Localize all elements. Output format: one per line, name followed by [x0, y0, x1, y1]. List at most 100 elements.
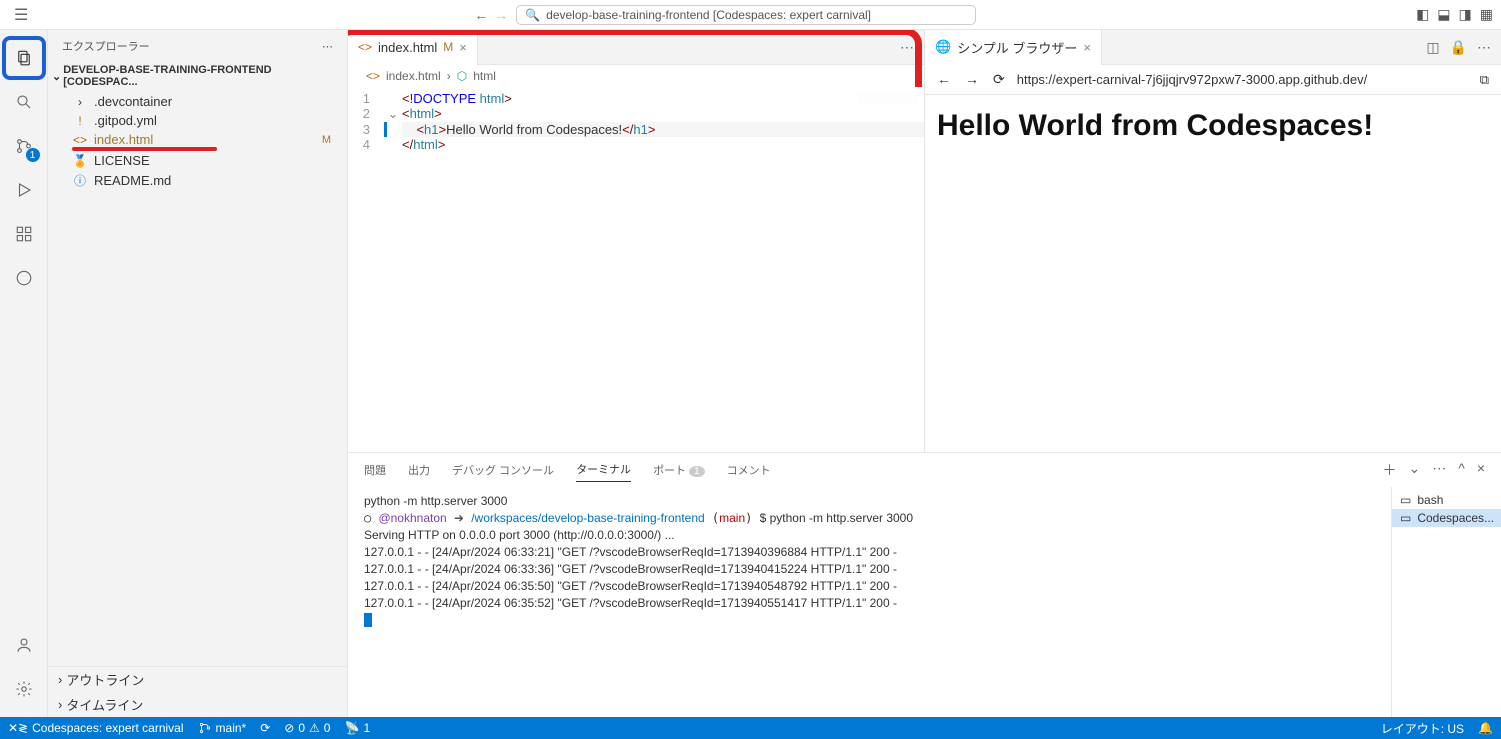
- close-icon[interactable]: ×: [459, 40, 467, 55]
- layout-left-icon[interactable]: ◧: [1416, 6, 1429, 23]
- terminal-bash[interactable]: ▭bash: [1400, 491, 1493, 509]
- sidebar-more-icon[interactable]: ⋯: [322, 40, 333, 53]
- modified-marker: M: [322, 134, 331, 146]
- nav-back-icon[interactable]: ←: [474, 7, 488, 23]
- tab-simple-browser[interactable]: 🌐 シンプル ブラウザー ×: [925, 30, 1102, 65]
- chevron-right-icon: ›: [58, 672, 62, 687]
- terminal-icon: ▭: [1400, 511, 1411, 525]
- editor-more-icon[interactable]: ⋯: [900, 39, 914, 56]
- search-icon: 🔍: [525, 8, 540, 22]
- file-label: .devcontainer: [94, 94, 172, 109]
- lock-icon[interactable]: 🔒: [1450, 39, 1467, 56]
- browser-reload-icon[interactable]: ⟳: [993, 71, 1005, 88]
- tab-comments[interactable]: コメント: [727, 458, 771, 482]
- split-icon[interactable]: ◫: [1426, 39, 1439, 56]
- terminal-dropdown-icon[interactable]: ⌄: [1409, 460, 1421, 480]
- terminal-output[interactable]: python -m http.server 3000 ○ @nokhnaton …: [348, 487, 1391, 717]
- yaml-icon: !: [72, 114, 88, 128]
- scm-badge: 1: [26, 148, 40, 162]
- tab-label: index.html: [378, 40, 437, 55]
- file-label: .gitpod.yml: [94, 113, 157, 128]
- activity-bar: 1: [0, 30, 48, 717]
- tab-modified-mark: M: [443, 40, 453, 54]
- close-panel-icon[interactable]: ×: [1477, 460, 1485, 480]
- outline-label: アウトライン: [66, 670, 144, 689]
- tab-problems[interactable]: 問題: [364, 458, 386, 482]
- browser-back-icon[interactable]: ←: [937, 71, 951, 88]
- browser-url[interactable]: https://expert-carnival-7j6jjqjrv972pxw7…: [1017, 72, 1468, 87]
- tab-label: シンプル ブラウザー: [957, 38, 1077, 57]
- terminal-list: ▭bash ▭Codespaces...: [1391, 487, 1501, 717]
- menu-icon[interactable]: ☰: [8, 5, 34, 25]
- tag-icon: ⬡: [457, 69, 467, 83]
- new-terminal-icon[interactable]: ＋: [1383, 460, 1397, 480]
- tab-ports[interactable]: ポート1: [653, 458, 705, 482]
- file-readme[interactable]: ⓘREADME.md: [62, 170, 347, 191]
- tab-terminal[interactable]: ターミナル: [576, 457, 631, 482]
- simple-browser-group: 🌐 シンプル ブラウザー × ◫ 🔒 ⋯ ← → ⟳: [925, 30, 1501, 452]
- layout-grid-icon[interactable]: ▦: [1480, 6, 1493, 23]
- activity-source-control[interactable]: 1: [4, 126, 44, 166]
- file-label: README.md: [94, 173, 171, 188]
- activity-settings[interactable]: [4, 669, 44, 709]
- code-area[interactable]: 1 <!DOCTYPE html> 2⌄ <html> 3 <h1>Hello …: [348, 87, 924, 452]
- line-number: 4: [348, 137, 384, 152]
- file-label: index.html: [94, 132, 153, 147]
- activity-explorer[interactable]: [4, 38, 44, 78]
- activity-extensions[interactable]: [4, 214, 44, 254]
- bottom-panel: 問題 出力 デバッグ コンソール ターミナル ポート1 コメント ＋ ⌄ ⋯ ^…: [348, 452, 1501, 717]
- status-ports[interactable]: 📡 1: [344, 721, 370, 735]
- search-text: develop-base-training-frontend [Codespac…: [546, 8, 871, 22]
- nav-forward-icon[interactable]: →: [494, 7, 508, 23]
- status-errors[interactable]: ⊘ 0 ⚠ 0: [284, 721, 330, 735]
- line-number: 3: [348, 122, 384, 137]
- timeline-row[interactable]: ›タイムライン: [48, 692, 347, 717]
- project-folder-row[interactable]: ⌄ DEVELOP-BASE-TRAINING-FRONTEND [CODESP…: [48, 62, 347, 90]
- html-icon: <>: [72, 133, 88, 147]
- outline-row[interactable]: › アウトライン: [48, 667, 347, 692]
- chevron-right-icon: ›: [58, 697, 62, 712]
- html-icon: <>: [358, 40, 372, 54]
- panel-more-icon[interactable]: ⋯: [1432, 460, 1446, 480]
- breadcrumb[interactable]: <> index.html › ⬡ html: [348, 65, 924, 87]
- status-layout[interactable]: レイアウト: US: [1381, 720, 1464, 737]
- file-devcontainer[interactable]: ›.devcontainer: [62, 92, 347, 111]
- open-external-icon[interactable]: ⧉: [1480, 72, 1489, 88]
- ports-count: 1: [689, 466, 705, 477]
- minimap[interactable]: [858, 93, 918, 103]
- tab-output[interactable]: 出力: [408, 458, 430, 482]
- editor-area: <> index.html M × ⋯ <> index.html › ⬡ ht…: [348, 30, 1501, 717]
- explorer-sidebar: エクスプローラー ⋯ ⌄ DEVELOP-BASE-TRAINING-FRONT…: [48, 30, 348, 717]
- status-branch[interactable]: main*: [198, 721, 247, 735]
- terminal-codespaces[interactable]: ▭Codespaces...: [1392, 509, 1501, 527]
- tab-index-html[interactable]: <> index.html M ×: [348, 30, 478, 65]
- layout-bottom-icon[interactable]: ⬓: [1437, 6, 1450, 23]
- file-index-html[interactable]: <> index.html M: [62, 130, 347, 149]
- editor-tab-bar: <> index.html M × ⋯: [348, 30, 924, 65]
- file-license[interactable]: 🏅LICENSE: [62, 151, 347, 170]
- activity-github[interactable]: [4, 258, 44, 298]
- maximize-icon[interactable]: ^: [1458, 460, 1465, 480]
- more-icon[interactable]: ⋯: [1477, 39, 1491, 56]
- fold-icon[interactable]: ⌄: [384, 106, 402, 122]
- close-icon[interactable]: ×: [1083, 40, 1091, 55]
- file-gitpod[interactable]: ! .gitpod.yml: [62, 111, 347, 130]
- status-sync[interactable]: ⟳: [260, 721, 270, 735]
- activity-account[interactable]: [4, 625, 44, 665]
- terminal-cursor: [364, 613, 372, 627]
- status-bar: ✕≷ Codespaces: expert carnival main* ⟳ ⊘…: [0, 717, 1501, 739]
- tab-debug-console[interactable]: デバッグ コンソール: [452, 458, 554, 482]
- activity-search[interactable]: [4, 82, 44, 122]
- activity-run[interactable]: [4, 170, 44, 210]
- status-bell-icon[interactable]: 🔔: [1478, 721, 1493, 735]
- chevron-right-icon: ›: [447, 69, 451, 83]
- sidebar-title: エクスプローラー: [62, 38, 150, 54]
- browser-content: Hello World from Codespaces!: [925, 95, 1501, 452]
- breadcrumb-file: index.html: [386, 69, 441, 83]
- command-search[interactable]: 🔍 develop-base-training-frontend [Codesp…: [516, 5, 976, 25]
- file-label: LICENSE: [94, 153, 150, 168]
- browser-forward-icon[interactable]: →: [965, 71, 979, 88]
- layout-right-icon[interactable]: ◨: [1459, 6, 1472, 23]
- status-codespaces[interactable]: ✕≷ Codespaces: expert carnival: [8, 721, 184, 735]
- page-heading: Hello World from Codespaces!: [937, 109, 1489, 143]
